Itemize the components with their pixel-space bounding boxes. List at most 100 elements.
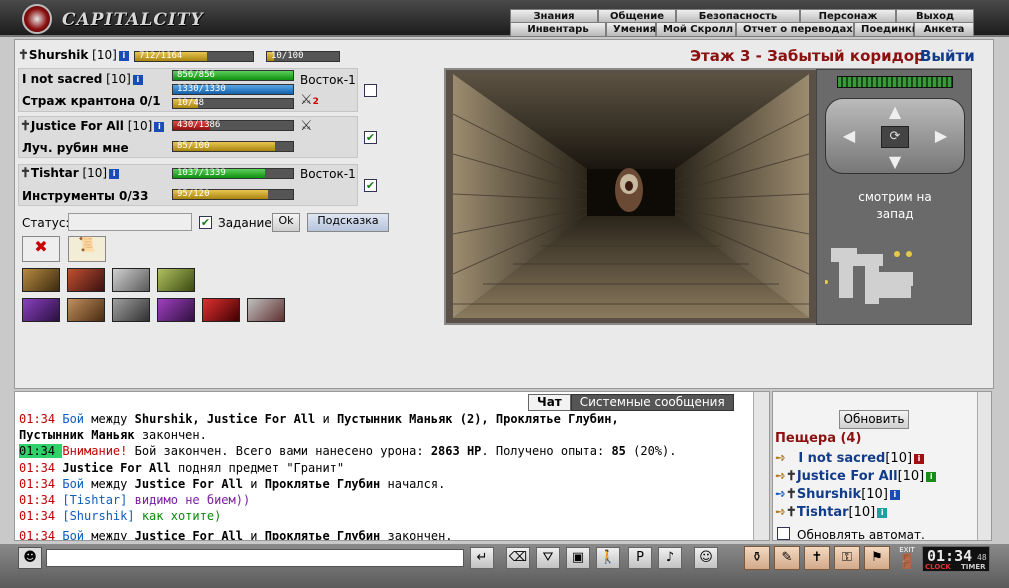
nav-duels[interactable]: Поединки: [854, 22, 919, 37]
eraser-icon[interactable]: ⌫: [506, 547, 530, 569]
skill-fist-icon[interactable]: [67, 298, 105, 322]
skill-shield-icon[interactable]: [157, 268, 195, 292]
skill-armor-icon[interactable]: [112, 298, 150, 322]
party-2-quest: Луч. рубин мне: [22, 141, 129, 155]
party-2-xp-text: 85/100: [177, 141, 210, 151]
swords-icon[interactable]: ⚔2: [300, 92, 319, 108]
nav-my-scroll[interactable]: Мой Скролл: [656, 22, 736, 37]
flag-icon[interactable]: ⚑: [864, 546, 890, 570]
hint-button[interactable]: Подсказка: [307, 213, 389, 232]
info-icon[interactable]: i: [926, 471, 937, 482]
filter-icon[interactable]: ⛛: [536, 547, 560, 569]
info-icon[interactable]: i: [889, 489, 900, 500]
chat-text: между: [84, 477, 135, 491]
user-name[interactable]: Shurshik: [797, 487, 861, 502]
info-icon[interactable]: i: [877, 507, 888, 518]
walk-icon[interactable]: 🚶: [596, 547, 620, 569]
refresh-view-icon[interactable]: ⟳: [881, 126, 909, 148]
nav-profile[interactable]: Анкета: [914, 22, 974, 37]
logo[interactable]: CAPITALCITY: [4, 2, 204, 36]
chat-text: . Получено опыта:: [481, 444, 612, 458]
music-icon[interactable]: ♪: [658, 547, 682, 569]
swords-icon[interactable]: ⚔: [300, 118, 313, 134]
smiley-icon[interactable]: ☺: [694, 547, 718, 569]
info-icon[interactable]: i: [109, 168, 120, 179]
chat-text[interactable]: Пустынник Маньяк (2), Проклятье Глубин,: [337, 412, 619, 426]
party-3-name[interactable]: Tishtar: [31, 166, 79, 180]
turn-right-icon[interactable]: ▶: [929, 126, 953, 146]
chat-text: видимо не бием)): [127, 493, 251, 507]
party-3-checkbox[interactable]: ✔: [364, 179, 377, 192]
skill-sword-icon[interactable]: [247, 298, 285, 322]
info-icon[interactable]: i: [118, 50, 129, 61]
corridor-view[interactable]: [453, 74, 809, 318]
exit-link[interactable]: Выйти: [920, 47, 975, 65]
tab-chat[interactable]: Чат: [528, 394, 571, 411]
chat-speaker-icon[interactable]: ☻: [18, 547, 42, 569]
chat-scrollbar[interactable]: [753, 392, 769, 540]
online-user-4[interactable]: ➺✝Tishtar[10] i: [775, 505, 888, 520]
exit-button[interactable]: EXIT 🚪: [896, 546, 918, 570]
info-icon[interactable]: i: [154, 121, 165, 132]
party-2-name[interactable]: Justice For All: [31, 119, 124, 133]
chat-text[interactable]: Проклятье Глубин: [265, 529, 381, 540]
cross-icon: ✝: [18, 48, 29, 63]
chat-input[interactable]: [46, 549, 464, 567]
task-checkbox[interactable]: ✔: [199, 216, 212, 229]
online-user-1[interactable]: ➺ I not sacred[10] i: [775, 451, 925, 466]
turn-left-icon[interactable]: ◀: [837, 126, 861, 146]
chat-text[interactable]: Проклятье Глубин: [265, 477, 381, 491]
user-name[interactable]: Tishtar: [797, 505, 849, 520]
chat-text[interactable]: Justice For All: [135, 529, 243, 540]
skill-hand-icon[interactable]: [157, 298, 195, 322]
nav-inventory[interactable]: Инвентарь: [510, 22, 606, 37]
tab-system-messages[interactable]: Системные сообщения: [570, 394, 734, 411]
status-input[interactable]: [68, 213, 192, 231]
online-user-3[interactable]: ➺✝Shurshik[10] i: [775, 487, 900, 502]
private-icon[interactable]: P: [628, 547, 652, 569]
skill-blade-icon[interactable]: [112, 268, 150, 292]
chat-text[interactable]: 2863 HP: [431, 444, 482, 458]
party-1-hp-bar: 856/856: [172, 70, 294, 81]
skill-crossed-swords-icon[interactable]: [22, 268, 60, 292]
info-icon[interactable]: i: [132, 74, 143, 85]
lock-icon[interactable]: ⚿: [834, 546, 860, 570]
chat-text[interactable]: Justice For All: [135, 477, 243, 491]
nav-transfer-report[interactable]: Отчет о переводах: [736, 22, 854, 37]
chat-log[interactable]: 01:34 Бой между Shurshik, Justice For Al…: [14, 391, 770, 541]
party-1-name[interactable]: I not sacred: [22, 72, 102, 86]
move-back-icon[interactable]: ▼: [883, 152, 907, 172]
bag-icon[interactable]: ⚱: [744, 546, 770, 570]
party-1-quest: Страж крантона 0/1: [22, 94, 161, 108]
ok-button[interactable]: Ok: [272, 213, 300, 232]
skill-magic-icon[interactable]: [22, 298, 60, 322]
chat-text[interactable]: Пустынник Маньяк: [19, 428, 135, 442]
online-scrollbar[interactable]: [977, 392, 991, 540]
chat-text[interactable]: Shurshik, Justice For All: [135, 412, 316, 426]
move-forward-icon[interactable]: ▲: [883, 102, 907, 122]
online-user-2[interactable]: ➺✝Justice For All[10] i: [775, 469, 937, 484]
self-name[interactable]: Shurshik: [29, 48, 88, 62]
chat-text: [Tishtar]: [62, 493, 128, 507]
party-2-checkbox[interactable]: ✔: [364, 131, 377, 144]
send-icon[interactable]: ↵: [470, 547, 494, 569]
party-1-checkbox[interactable]: [364, 84, 377, 97]
chat-text: [Shurshik]: [62, 509, 135, 523]
user-name[interactable]: Justice For All: [797, 469, 898, 484]
refresh-button[interactable]: Обновить: [839, 410, 909, 429]
auto-refresh-checkbox[interactable]: [777, 527, 790, 540]
self-hp-bar: 712/1164: [134, 51, 254, 62]
save-log-icon[interactable]: ▣: [566, 547, 590, 569]
nav-skills[interactable]: Умения: [606, 22, 656, 37]
chat-text[interactable]: 85: [611, 444, 625, 458]
chat-text[interactable]: Justice For All: [62, 461, 170, 475]
quill-icon[interactable]: ✎: [774, 546, 800, 570]
info-icon[interactable]: i: [914, 453, 925, 464]
skill-strike-icon[interactable]: [67, 268, 105, 292]
skill-fire-icon[interactable]: [202, 298, 240, 322]
cross-tomb-icon[interactable]: ✝: [804, 546, 830, 570]
user-name[interactable]: I not sacred: [798, 451, 885, 466]
cancel-party-icon[interactable]: ✖: [22, 236, 60, 262]
party-2-xp-bar: 85/100: [172, 141, 294, 152]
scroll-icon[interactable]: 📜: [68, 236, 106, 262]
